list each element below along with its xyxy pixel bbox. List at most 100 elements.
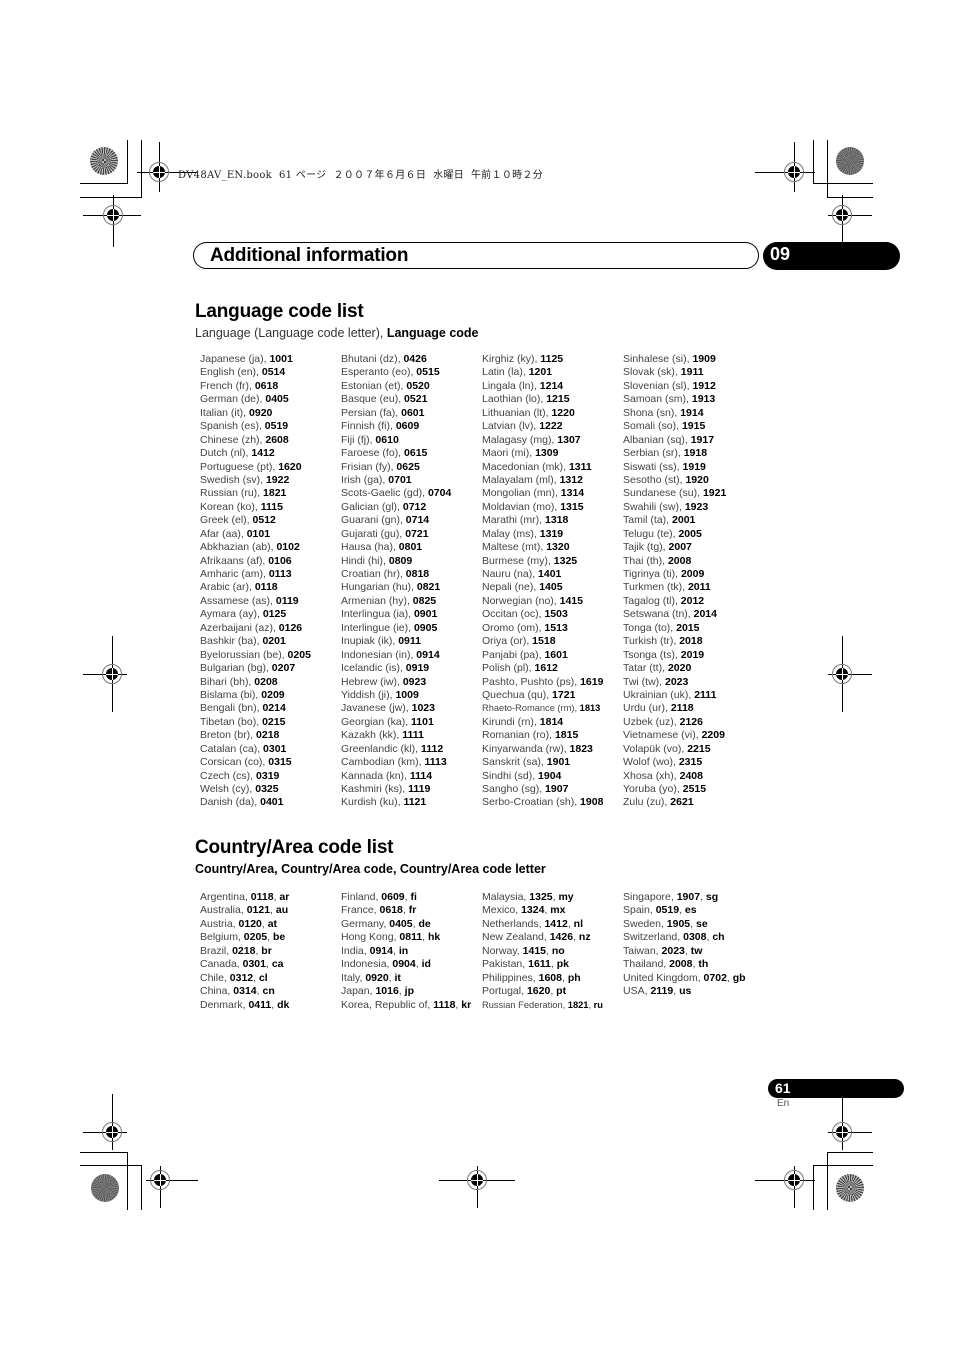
entry-letter: gb <box>732 971 746 984</box>
list-item: Australia, 0121, au <box>200 904 340 917</box>
entry-code: 1320 <box>546 541 570 554</box>
list-item: Serbo-Croatian (sh), 1908 <box>482 796 622 809</box>
list-item: Kannada (kn), 1114 <box>341 770 481 783</box>
list-item: Tsonga (ts), 2019 <box>623 649 763 662</box>
list-item: Mongolian (mn), 1314 <box>482 487 622 500</box>
entry-code: 0314 <box>233 985 257 998</box>
entry-code: 1911 <box>680 366 704 379</box>
list-item: Georgian (ka), 1101 <box>341 716 481 729</box>
entry-code: 0215 <box>262 715 286 728</box>
list-item: Galician (gl), 0712 <box>341 501 481 514</box>
list-item: Spanish (es), 0519 <box>200 420 340 433</box>
entry-code: 0214 <box>262 702 286 715</box>
entry-code: 0120 <box>238 917 262 930</box>
entry-name: Javanese (jw), <box>341 702 412 715</box>
entry-letter: it <box>394 971 401 984</box>
entry-code: 1923 <box>684 500 709 513</box>
entry-name: Yiddish (ji), <box>341 688 396 701</box>
entry-code: 2005 <box>678 527 702 540</box>
entry-name: Laothian (lo), <box>482 393 547 406</box>
code-column: Bhutani (dz), 0426 Esperanto (eo), 0515 Es… <box>341 353 481 810</box>
list-item: Portuguese (pt), 1620 <box>200 461 340 474</box>
entry-code: 2020 <box>667 662 692 675</box>
entry-name: Swedish (sv), <box>200 473 266 486</box>
entry-code: 0601 <box>401 406 425 419</box>
entry-name: Rhaeto-Romance (rm), <box>482 703 580 714</box>
chapter-number: 09 <box>770 244 791 264</box>
list-item: Quechua (qu), 1721 <box>482 689 622 702</box>
entry-name: Catalan (ca), <box>200 742 264 755</box>
page-language-label: En <box>777 1098 790 1109</box>
list-item: Arabic (ar), 0118 <box>200 581 340 594</box>
crop-line <box>827 140 828 198</box>
entry-name: Sesotho (st), <box>623 473 686 486</box>
entry-name: Uzbek (uz), <box>623 715 680 728</box>
list-item: Argentina, 0118, ar <box>200 891 340 904</box>
list-item: Azerbaijani (az), 0126 <box>200 622 340 635</box>
list-item: Sundanese (su), 1921 <box>623 487 763 500</box>
list-item: Sweden, 1905, se <box>623 918 763 931</box>
entry-name: Abkhazian (ab), <box>200 541 277 554</box>
entry-code: 1222 <box>539 420 563 433</box>
entry-name: Russian Federation, <box>482 999 568 1010</box>
entry-code: 2119 <box>650 985 674 998</box>
crop-line <box>80 183 128 184</box>
entry-name: Austria, <box>200 917 239 930</box>
entry-name: Tonga (to), <box>623 621 677 634</box>
entry-name: Portugal, <box>482 985 527 998</box>
entry-code: 1821 <box>567 999 589 1010</box>
list-item: Polish (pl), 1612 <box>482 662 622 675</box>
list-item: Hebrew (iw), 0923 <box>341 676 481 689</box>
list-item: Pakistan, 1611, pk <box>482 958 622 971</box>
entry-name: Polish (pl), <box>482 662 535 675</box>
entry-name: Croatian (hr), <box>341 568 406 580</box>
entry-code: 0325 <box>255 783 279 795</box>
entry-code: 0704 <box>427 487 452 500</box>
entry-code: 1813 <box>579 703 601 714</box>
entry-name: Oromo (om), <box>482 621 545 634</box>
crop-line <box>842 228 843 243</box>
entry-code: 0901 <box>413 608 438 621</box>
entry-letter: nl <box>573 917 583 930</box>
entry-code: 0920 <box>249 406 273 419</box>
list-item: China, 0314, cn <box>200 985 340 998</box>
entry-name: German (de), <box>200 393 266 406</box>
entry-name: Netherlands, <box>482 917 545 930</box>
entry-code: 0519 <box>264 420 289 433</box>
list-item: Indonesia, 0904, id <box>341 958 481 971</box>
list-item: Chile, 0312, cl <box>200 972 340 985</box>
entry-code: 1016 <box>375 985 399 998</box>
entry-name: Telugu (te), <box>623 527 679 540</box>
list-item: Fiji (fj), 0610 <box>341 434 481 447</box>
entry-name: USA, <box>623 985 651 998</box>
entry-code: 1620 <box>526 985 551 998</box>
entry-name: Tamil (ta), <box>623 514 673 527</box>
entry-code: 1917 <box>690 433 715 446</box>
code-column: Japanese (ja), 1001 English (en), 0514 Fre… <box>200 353 340 810</box>
entry-name: Arabic (ar), <box>200 581 255 594</box>
entry-name: Faroese (fo), <box>341 447 405 460</box>
entry-name: Malagasy (mg), <box>482 433 558 446</box>
entry-letter: ch <box>712 931 725 944</box>
code-column: Finland, 0609, fi France, 0618, fr Germany… <box>341 891 481 1012</box>
entry-code: 0701 <box>388 473 412 486</box>
list-item: English (en), 0514 <box>200 366 340 379</box>
entry-name: Indonesia, <box>341 958 393 971</box>
list-item: Cambodian (km), 1113 <box>341 756 481 769</box>
entry-name: Sweden, <box>623 917 667 930</box>
entry-code: 1823 <box>569 742 593 755</box>
entry-name: Latvian (lv), <box>482 420 540 433</box>
list-item: French (fr), 0618 <box>200 380 340 393</box>
entry-code: 2621 <box>670 796 694 809</box>
list-item: Kirundi (rn), 1814 <box>482 716 622 729</box>
entry-code: 1309 <box>535 447 559 460</box>
list-item: Czech (cs), 0319 <box>200 770 340 783</box>
entry-name: Interlingue (ie), <box>341 621 414 634</box>
entry-code: 2118 <box>670 702 694 715</box>
entry-code: 0118 <box>254 581 278 594</box>
entry-code: 0301 <box>242 958 266 971</box>
list-item: Mexico, 1324, mx <box>482 904 622 917</box>
entry-name: Tsonga (ts), <box>623 648 681 661</box>
entry-code: 1612 <box>534 662 558 675</box>
entry-name: Lingala (ln), <box>482 379 540 392</box>
